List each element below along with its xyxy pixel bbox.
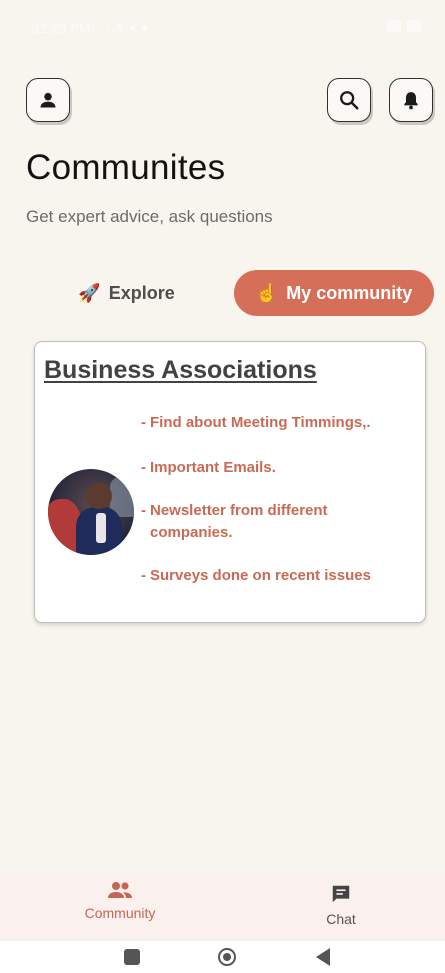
whatsapp-icon: ●: [141, 20, 149, 34]
status-icons-right: [387, 20, 421, 32]
status-bar: 12:23 PM ◔ ▾ ◂ ●: [0, 0, 445, 48]
system-nav-bar: [0, 941, 445, 973]
profile-button[interactable]: [26, 78, 70, 122]
bottom-nav: Community Chat: [0, 873, 445, 941]
signal-icon: ▾: [117, 20, 124, 34]
person-icon: [40, 92, 56, 108]
feature-item: - Important Emails.: [141, 459, 276, 476]
status-icons-left: ◔ ▾ ◂ ●: [104, 20, 149, 34]
page-subtitle: Get expert advice, ask questions: [26, 207, 273, 226]
rocket-icon: 🚀: [78, 282, 101, 303]
bell-icon: [404, 92, 418, 110]
notifications-button[interactable]: [389, 78, 433, 122]
home-icon[interactable]: [218, 948, 236, 966]
screen: 12:23 PM ◔ ▾ ◂ ● Communites Get expert a…: [0, 0, 445, 973]
tab-explore-label: Explore: [108, 282, 175, 303]
nav-chat[interactable]: Chat: [310, 883, 372, 927]
status-time: 12:23 PM: [33, 21, 91, 36]
community-card[interactable]: Business Associations - Find about Meeti…: [34, 341, 426, 623]
feature-item: - Newsletter from different companies.: [141, 502, 328, 541]
community-card-title: Business Associations: [44, 356, 317, 384]
tab-my-community[interactable]: ☝ My community: [234, 270, 434, 316]
tab-my-community-label: My community: [286, 282, 413, 303]
feature-item: - Find about Meeting Timmings,.: [141, 414, 371, 431]
pointing-finger-icon: ☝: [255, 282, 279, 303]
wifi-icon: ◔: [104, 20, 112, 34]
location-icon: ◂: [129, 20, 136, 34]
feature-item: - Surveys done on recent issues: [141, 567, 371, 584]
page-title: Communites: [26, 148, 226, 187]
battery-icon: [407, 20, 421, 32]
people-icon: [108, 882, 132, 898]
search-button[interactable]: [327, 78, 371, 122]
community-avatar: [48, 469, 134, 555]
community-features: - Find about Meeting Timmings,. - Import…: [141, 412, 411, 610]
nav-community-label: Community: [84, 905, 156, 921]
tab-explore[interactable]: 🚀 Explore: [54, 270, 199, 316]
nav-chat-label: Chat: [326, 911, 356, 927]
nav-community[interactable]: Community: [78, 881, 162, 921]
chat-icon: [332, 885, 350, 903]
recents-icon[interactable]: [124, 949, 140, 965]
search-icon: [340, 91, 359, 110]
back-icon[interactable]: [316, 948, 330, 966]
sim-icon: [387, 20, 401, 32]
